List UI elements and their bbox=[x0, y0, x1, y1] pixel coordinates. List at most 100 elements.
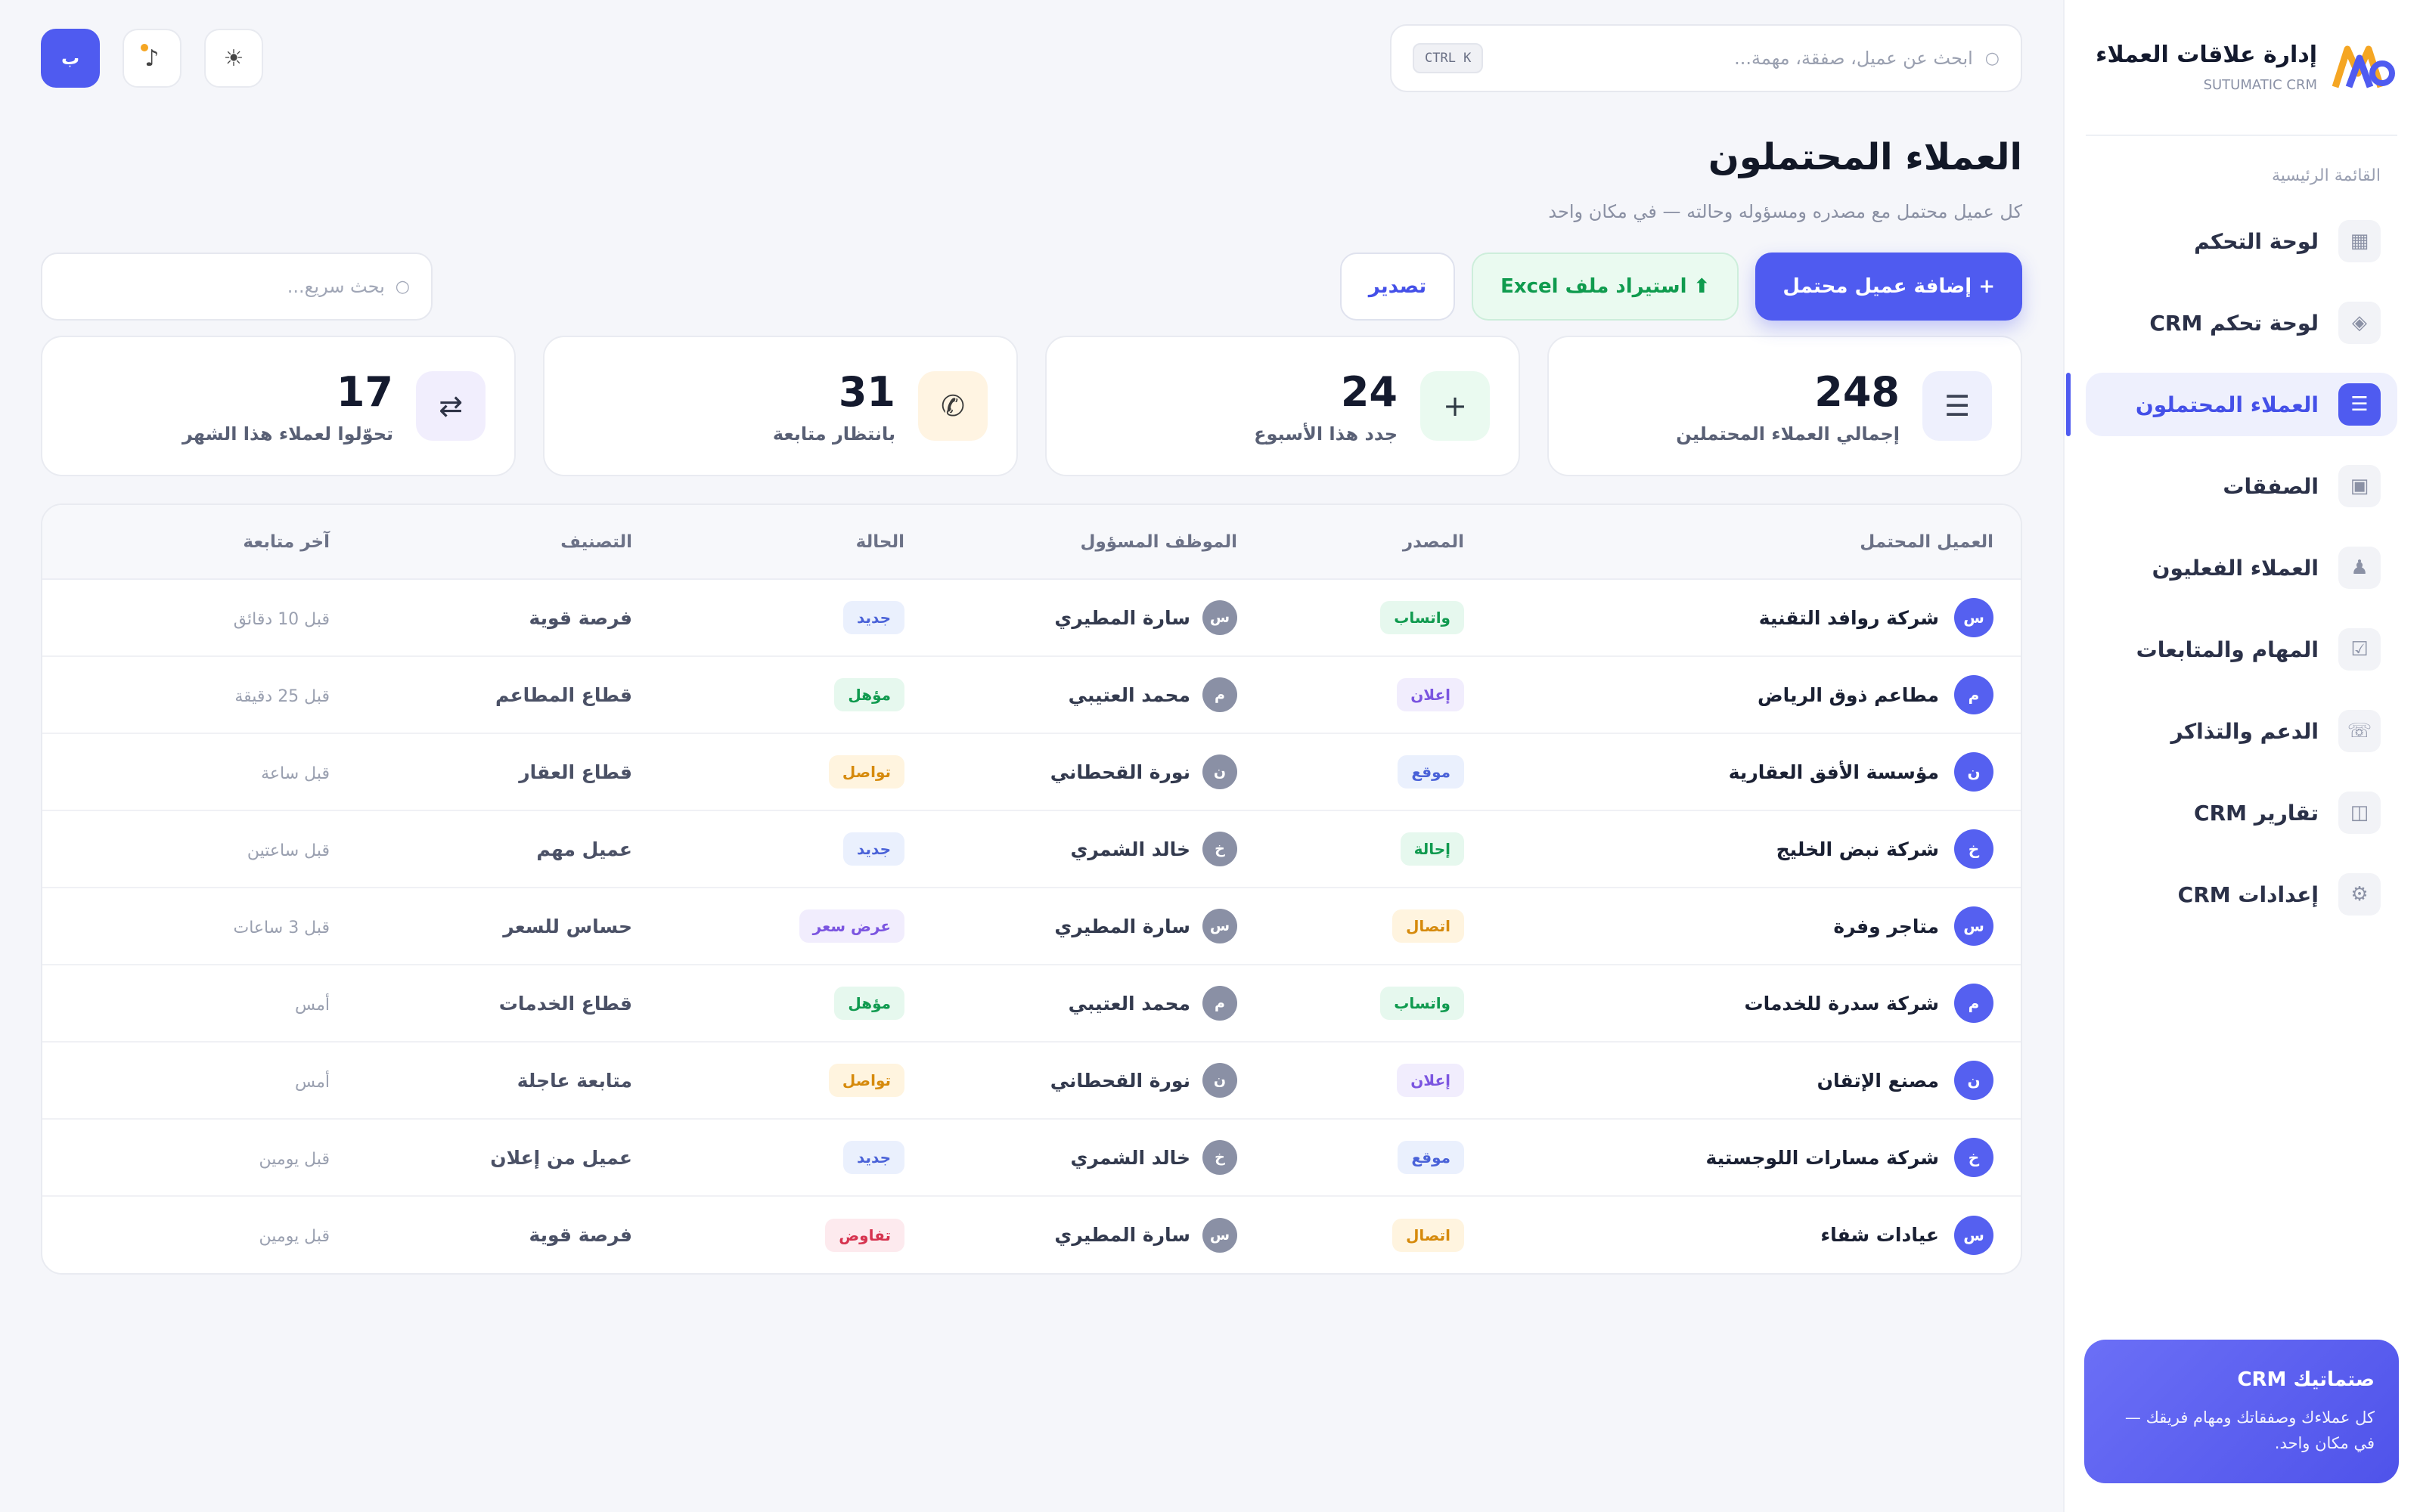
lead-name-cell[interactable]: س متاجر وفرة bbox=[1519, 906, 1993, 946]
status-badge: جديد bbox=[842, 832, 904, 866]
sidebar: إدارة علاقات العملاء SUTUMATIC CRM القائ… bbox=[2063, 0, 2420, 1512]
table-row[interactable]: ن مؤسسة الأفق العقارية موقع ن نورة القحط… bbox=[42, 733, 2021, 811]
last-followup-text: أمس bbox=[295, 1072, 330, 1092]
status-badge: تفاوض bbox=[825, 1218, 904, 1252]
sidebar-item-customers[interactable]: ♟ العملاء الفعليون bbox=[2086, 536, 2397, 600]
owner-name: سارة المطيري bbox=[1054, 606, 1190, 629]
logo-icon bbox=[2332, 45, 2395, 88]
stat-card-total-leads: ☰ 248 إجمالي العملاء المحتملين bbox=[1547, 336, 2022, 476]
lead-name-cell[interactable]: ن مصنع الإتقان bbox=[1519, 1061, 1993, 1100]
column-header[interactable]: آخر متابعة bbox=[42, 505, 357, 580]
column-header[interactable]: العميل المحتمل bbox=[1491, 505, 2021, 580]
avatar: س bbox=[1954, 906, 1993, 946]
search-icon: ○ bbox=[1984, 48, 2000, 68]
user-avatar-button[interactable]: ب bbox=[41, 29, 100, 88]
global-search[interactable]: ○ CTRL K bbox=[1390, 24, 2022, 92]
owner-cell: ن نورة القحطاني bbox=[959, 754, 1237, 789]
table-row[interactable]: س شركة روافد التقنية واتساب س سارة المطي… bbox=[42, 579, 2021, 657]
lead-name-cell[interactable]: ن مؤسسة الأفق العقارية bbox=[1519, 752, 1993, 792]
sidebar-item-label: الدعم والتذاكر bbox=[2170, 718, 2319, 744]
source-badge: اتصال bbox=[1392, 1218, 1464, 1252]
status-badge: مؤهل bbox=[834, 987, 904, 1020]
sidebar-item-dashboard[interactable]: ▦ لوحة التحكم bbox=[2086, 209, 2397, 273]
source-badge: إعلان bbox=[1397, 1064, 1464, 1097]
source-badge: إحالة bbox=[1400, 832, 1464, 866]
lead-name: عيادات شفاء bbox=[1820, 1224, 1939, 1246]
table-header-row: العميل المحتمل المصدر الموظف المسؤول الحالة… bbox=[42, 505, 2021, 580]
stat-card-new-this-week: + 24 جدد هذا الأسبوع bbox=[1045, 336, 1520, 476]
category-text: عميل مهم bbox=[536, 838, 632, 860]
lead-name-cell[interactable]: خ شركة مسارات اللوجستية bbox=[1519, 1138, 1993, 1177]
sidebar-item-deals[interactable]: ▣ الصفقات bbox=[2086, 454, 2397, 518]
stat-label: إجمالي العملاء المحتملين bbox=[1676, 423, 1900, 445]
sidebar-item-support[interactable]: ☏ الدعم والتذاكر bbox=[2086, 699, 2397, 763]
column-header[interactable]: المصدر bbox=[1264, 505, 1491, 580]
lead-name-cell[interactable]: م مطاعم ذوق الرياض bbox=[1519, 675, 1993, 714]
stat-value: 17 bbox=[336, 367, 393, 416]
last-followup-text: قبل 25 دقيقة bbox=[234, 686, 330, 706]
tasks-icon: ☑ bbox=[2338, 628, 2381, 671]
crm-dashboard-icon: ◈ bbox=[2338, 302, 2381, 344]
table-row[interactable]: خ شركة مسارات اللوجستية موقع خ خالد الشم… bbox=[42, 1119, 2021, 1197]
quick-search-input[interactable] bbox=[64, 276, 385, 297]
column-header[interactable]: الحالة bbox=[659, 505, 932, 580]
source-badge: إعلان bbox=[1397, 678, 1464, 711]
last-followup-text: قبل ساعة bbox=[261, 764, 330, 783]
brand-subtitle: SUTUMATIC CRM bbox=[2203, 77, 2317, 93]
source-badge: اتصال bbox=[1392, 909, 1464, 943]
avatar: س bbox=[1202, 600, 1237, 635]
stat-label: تحوّلوا لعملاء هذا الشهر bbox=[182, 423, 393, 445]
sun-icon: ☀ bbox=[223, 45, 244, 72]
avatar: ن bbox=[1954, 752, 1993, 792]
quick-search[interactable]: ○ bbox=[41, 253, 433, 321]
dashboard-icon: ▦ bbox=[2338, 220, 2381, 262]
column-header[interactable]: التصنيف bbox=[357, 505, 659, 580]
lead-name-cell[interactable]: م شركة سدرة للخدمات bbox=[1519, 984, 1993, 1023]
last-followup-text: قبل 10 دقائق bbox=[233, 609, 330, 629]
avatar: خ bbox=[1954, 829, 1993, 869]
category-text: فرصة قوية bbox=[529, 606, 632, 629]
owner-name: سارة المطيري bbox=[1054, 1224, 1190, 1246]
lead-name-cell[interactable]: خ شركة نبض الخليج bbox=[1519, 829, 1993, 869]
sidebar-item-leads[interactable]: ☰ العملاء المحتملون bbox=[2066, 373, 2397, 436]
table-row[interactable]: م مطاعم ذوق الرياض إعلان م محمد العتيبي … bbox=[42, 656, 2021, 734]
table-row[interactable]: ن مصنع الإتقان إعلان ن نورة القحطاني توا… bbox=[42, 1042, 2021, 1120]
topbar: ○ CTRL K ب ♪ ☀ bbox=[41, 0, 2022, 118]
lead-name-cell[interactable]: س عيادات شفاء bbox=[1519, 1215, 1993, 1255]
avatar: م bbox=[1202, 677, 1237, 712]
category-text: عميل من إعلان bbox=[490, 1146, 632, 1169]
sidebar-item-crm-settings[interactable]: ⚙ إعدادات CRM bbox=[2086, 863, 2397, 926]
last-followup-text: قبل يومين bbox=[259, 1227, 330, 1246]
table-row[interactable]: س عيادات شفاء اتصال س سارة المطيري تفاوض… bbox=[42, 1196, 2021, 1273]
table-row[interactable]: س متاجر وفرة اتصال س سارة المطيري عرض سع… bbox=[42, 888, 2021, 965]
column-header[interactable]: الموظف المسؤول bbox=[932, 505, 1264, 580]
page-title: العملاء المحتملون bbox=[1708, 136, 2022, 178]
avatar: ن bbox=[1202, 754, 1237, 789]
sidebar-item-label: العملاء المحتملون bbox=[2135, 392, 2319, 417]
notifications-button[interactable]: ♪ bbox=[123, 29, 182, 88]
search-icon: ○ bbox=[395, 277, 410, 296]
global-search-input[interactable] bbox=[1495, 48, 1973, 69]
brand-logo[interactable] bbox=[2332, 41, 2396, 94]
avatar: خ bbox=[1954, 1138, 1993, 1177]
category-text: حساس للسعر bbox=[503, 915, 632, 937]
source-badge: واتساب bbox=[1380, 987, 1464, 1020]
import-excel-button[interactable]: ⬆ استيراد ملف Excel bbox=[1472, 253, 1739, 321]
page-header: العملاء المحتملون كل عميل محتمل مع مصدره… bbox=[41, 118, 2022, 246]
nav-section-title: القائمة الرئيسية bbox=[2271, 166, 2381, 185]
sidebar-item-crm-reports[interactable]: ◫ تقارير CRM bbox=[2086, 781, 2397, 844]
table-row[interactable]: م شركة سدرة للخدمات واتساب م محمد العتيب… bbox=[42, 965, 2021, 1043]
export-button[interactable]: تصدير bbox=[1339, 253, 1456, 321]
sidebar-item-crm-dashboard[interactable]: ◈ لوحة تحكم CRM bbox=[2086, 291, 2397, 355]
avatar: م bbox=[1954, 675, 1993, 714]
sidebar-item-tasks[interactable]: ☑ المهام والمتابعات bbox=[2086, 618, 2397, 681]
promo-card: صتماتيك CRM كل عملاءك وصفقاتك ومهام فريق… bbox=[2084, 1340, 2399, 1483]
theme-toggle-button[interactable]: ☀ bbox=[204, 29, 263, 88]
add-lead-button[interactable]: + إضافة عميل محتمل bbox=[1755, 253, 2022, 321]
status-badge: تواصل bbox=[828, 1064, 904, 1097]
sidebar-item-label: إعدادات CRM bbox=[2177, 881, 2319, 907]
avatar: س bbox=[1954, 598, 1993, 637]
lead-name-cell[interactable]: س شركة روافد التقنية bbox=[1519, 598, 1993, 637]
table-row[interactable]: خ شركة نبض الخليج إحالة خ خالد الشمري جد… bbox=[42, 810, 2021, 888]
source-badge: موقع bbox=[1398, 755, 1464, 789]
